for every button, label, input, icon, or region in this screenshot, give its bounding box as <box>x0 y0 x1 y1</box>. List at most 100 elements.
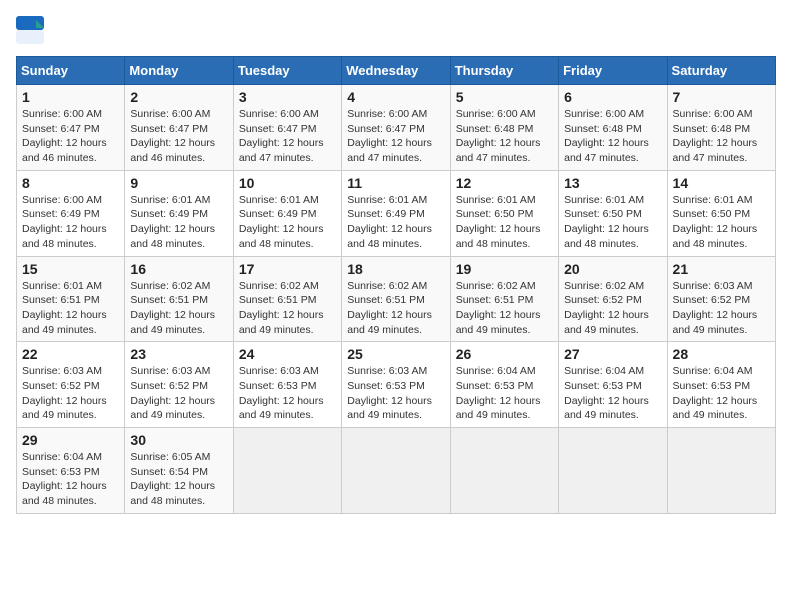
table-cell: 19Sunrise: 6:02 AMSunset: 6:51 PMDayligh… <box>450 256 558 342</box>
day-number: 26 <box>456 346 553 362</box>
day-number: 13 <box>564 175 661 191</box>
day-info: Sunrise: 6:03 AMSunset: 6:52 PMDaylight:… <box>673 279 770 338</box>
day-info: Sunrise: 6:02 AMSunset: 6:52 PMDaylight:… <box>564 279 661 338</box>
day-info: Sunrise: 6:01 AMSunset: 6:49 PMDaylight:… <box>347 193 444 252</box>
day-number: 6 <box>564 89 661 105</box>
table-cell: 25 Sunrise: 6:03 AMSunset: 6:53 PMDayligh… <box>342 342 450 428</box>
calendar-row: 22 Sunrise: 6:03 AMSunset: 6:52 PMDayligh… <box>17 342 776 428</box>
day-number: 11 <box>347 175 444 191</box>
table-cell: 20 Sunrise: 6:02 AMSunset: 6:52 PMDayligh… <box>559 256 667 342</box>
col-monday: Monday <box>125 57 233 85</box>
col-wednesday: Wednesday <box>342 57 450 85</box>
table-cell: 9Sunrise: 6:01 AMSunset: 6:49 PMDaylight… <box>125 170 233 256</box>
calendar-table: Sunday Monday Tuesday Wednesday Thursday… <box>16 56 776 514</box>
day-info: Sunrise: 6:01 AMSunset: 6:51 PMDaylight:… <box>22 279 119 338</box>
day-number: 24 <box>239 346 336 362</box>
table-cell <box>450 428 558 514</box>
table-cell: 24 Sunrise: 6:03 AMSunset: 6:53 PMDayligh… <box>233 342 341 428</box>
day-info: Sunrise: 6:03 AMSunset: 6:53 PMDaylight:… <box>347 364 444 423</box>
day-number: 15 <box>22 261 119 277</box>
table-cell: 7 Sunrise: 6:00 AMSunset: 6:48 PMDaylight… <box>667 85 775 171</box>
day-info: Sunrise: 6:02 AMSunset: 6:51 PMDaylight:… <box>347 279 444 338</box>
day-info: Sunrise: 6:02 AMSunset: 6:51 PMDaylight:… <box>239 279 336 338</box>
day-number: 9 <box>130 175 227 191</box>
col-saturday: Saturday <box>667 57 775 85</box>
table-cell: 3Sunrise: 6:00 AMSunset: 6:47 PMDaylight… <box>233 85 341 171</box>
day-info: Sunrise: 6:00 AMSunset: 6:48 PMDaylight:… <box>673 107 770 166</box>
day-info: Sunrise: 6:03 AMSunset: 6:53 PMDaylight:… <box>239 364 336 423</box>
day-number: 5 <box>456 89 553 105</box>
table-cell: 23 Sunrise: 6:03 AMSunset: 6:52 PMDayligh… <box>125 342 233 428</box>
table-cell: 30Sunrise: 6:05 AMSunset: 6:54 PMDayligh… <box>125 428 233 514</box>
day-info: Sunrise: 6:04 AMSunset: 6:53 PMDaylight:… <box>22 450 119 509</box>
table-cell: 27 Sunrise: 6:04 AMSunset: 6:53 PMDayligh… <box>559 342 667 428</box>
table-cell: 2 Sunrise: 6:00 AMSunset: 6:47 PMDaylight… <box>125 85 233 171</box>
day-info: Sunrise: 6:01 AMSunset: 6:50 PMDaylight:… <box>564 193 661 252</box>
day-number: 20 <box>564 261 661 277</box>
day-info: Sunrise: 6:02 AMSunset: 6:51 PMDaylight:… <box>130 279 227 338</box>
day-number: 4 <box>347 89 444 105</box>
calendar-row: 29 Sunrise: 6:04 AMSunset: 6:53 PMDayligh… <box>17 428 776 514</box>
page-header <box>16 16 776 44</box>
day-info: Sunrise: 6:01 AMSunset: 6:50 PMDaylight:… <box>673 193 770 252</box>
day-info: Sunrise: 6:04 AMSunset: 6:53 PMDaylight:… <box>456 364 553 423</box>
day-info: Sunrise: 6:00 AMSunset: 6:47 PMDaylight:… <box>130 107 227 166</box>
day-info: Sunrise: 6:03 AMSunset: 6:52 PMDaylight:… <box>22 364 119 423</box>
day-info: Sunrise: 6:04 AMSunset: 6:53 PMDaylight:… <box>564 364 661 423</box>
table-cell: 5Sunrise: 6:00 AMSunset: 6:48 PMDaylight… <box>450 85 558 171</box>
table-cell <box>342 428 450 514</box>
day-info: Sunrise: 6:04 AMSunset: 6:53 PMDaylight:… <box>673 364 770 423</box>
calendar-body: 1 Sunrise: 6:00 AMSunset: 6:47 PMDaylight… <box>17 85 776 514</box>
day-info: Sunrise: 6:01 AMSunset: 6:49 PMDaylight:… <box>239 193 336 252</box>
day-number: 17 <box>239 261 336 277</box>
day-number: 23 <box>130 346 227 362</box>
table-cell: 6 Sunrise: 6:00 AMSunset: 6:48 PMDaylight… <box>559 85 667 171</box>
table-cell: 29 Sunrise: 6:04 AMSunset: 6:53 PMDayligh… <box>17 428 125 514</box>
day-number: 30 <box>130 432 227 448</box>
day-number: 28 <box>673 346 770 362</box>
table-cell: 12 Sunrise: 6:01 AMSunset: 6:50 PMDayligh… <box>450 170 558 256</box>
day-number: 10 <box>239 175 336 191</box>
table-cell <box>233 428 341 514</box>
table-cell: 10 Sunrise: 6:01 AMSunset: 6:49 PMDayligh… <box>233 170 341 256</box>
table-cell <box>559 428 667 514</box>
table-cell <box>667 428 775 514</box>
col-tuesday: Tuesday <box>233 57 341 85</box>
day-number: 2 <box>130 89 227 105</box>
day-number: 8 <box>22 175 119 191</box>
day-info: Sunrise: 6:00 AMSunset: 6:47 PMDaylight:… <box>239 107 336 166</box>
day-number: 27 <box>564 346 661 362</box>
day-number: 21 <box>673 261 770 277</box>
table-cell: 21 Sunrise: 6:03 AMSunset: 6:52 PMDayligh… <box>667 256 775 342</box>
table-cell: 17 Sunrise: 6:02 AMSunset: 6:51 PMDayligh… <box>233 256 341 342</box>
table-cell: 16Sunrise: 6:02 AMSunset: 6:51 PMDayligh… <box>125 256 233 342</box>
day-number: 1 <box>22 89 119 105</box>
day-number: 29 <box>22 432 119 448</box>
table-cell: 26 Sunrise: 6:04 AMSunset: 6:53 PMDayligh… <box>450 342 558 428</box>
table-cell: 15 Sunrise: 6:01 AMSunset: 6:51 PMDayligh… <box>17 256 125 342</box>
header-row: Sunday Monday Tuesday Wednesday Thursday… <box>17 57 776 85</box>
day-info: Sunrise: 6:00 AMSunset: 6:48 PMDaylight:… <box>564 107 661 166</box>
day-info: Sunrise: 6:03 AMSunset: 6:52 PMDaylight:… <box>130 364 227 423</box>
day-number: 12 <box>456 175 553 191</box>
table-cell: 1 Sunrise: 6:00 AMSunset: 6:47 PMDaylight… <box>17 85 125 171</box>
day-info: Sunrise: 6:00 AMSunset: 6:47 PMDaylight:… <box>22 107 119 166</box>
day-number: 19 <box>456 261 553 277</box>
logo-icon <box>16 16 44 44</box>
day-number: 22 <box>22 346 119 362</box>
col-friday: Friday <box>559 57 667 85</box>
col-sunday: Sunday <box>17 57 125 85</box>
table-cell: 18 Sunrise: 6:02 AMSunset: 6:51 PMDayligh… <box>342 256 450 342</box>
calendar-row: 1 Sunrise: 6:00 AMSunset: 6:47 PMDaylight… <box>17 85 776 171</box>
day-number: 7 <box>673 89 770 105</box>
table-cell: 11 Sunrise: 6:01 AMSunset: 6:49 PMDayligh… <box>342 170 450 256</box>
day-number: 18 <box>347 261 444 277</box>
day-number: 14 <box>673 175 770 191</box>
calendar-row: 8 Sunrise: 6:00 AMSunset: 6:49 PMDaylight… <box>17 170 776 256</box>
day-info: Sunrise: 6:00 AMSunset: 6:49 PMDaylight:… <box>22 193 119 252</box>
table-cell: 8 Sunrise: 6:00 AMSunset: 6:49 PMDaylight… <box>17 170 125 256</box>
day-info: Sunrise: 6:01 AMSunset: 6:50 PMDaylight:… <box>456 193 553 252</box>
table-cell: 28 Sunrise: 6:04 AMSunset: 6:53 PMDayligh… <box>667 342 775 428</box>
table-cell: 13 Sunrise: 6:01 AMSunset: 6:50 PMDayligh… <box>559 170 667 256</box>
day-number: 25 <box>347 346 444 362</box>
